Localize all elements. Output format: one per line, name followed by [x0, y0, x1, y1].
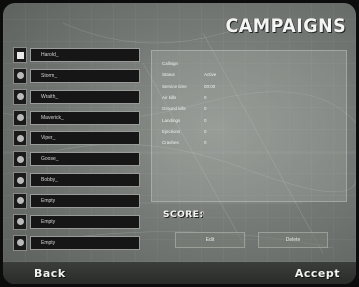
dot-icon	[16, 155, 24, 163]
info-label: Callsign	[162, 61, 179, 66]
dot-icon	[16, 197, 24, 205]
dot-icon	[16, 134, 24, 142]
campaign-screen: CAMPAIGNS Harold_ Storm_ Wraith_ Maverick_ V…	[3, 3, 356, 284]
score-label: SCORE:	[163, 210, 204, 220]
dot-icon	[16, 176, 24, 184]
pilot-slot[interactable]: Bobby_	[13, 172, 143, 189]
dot-icon	[16, 72, 24, 80]
pilot-slot[interactable]: Goose_	[13, 151, 143, 168]
slot-marker-icon[interactable]	[13, 67, 27, 84]
pilot-slot[interactable]: Empty	[13, 213, 143, 230]
pilot-slot[interactable]: Storm_	[13, 67, 143, 84]
pilot-slot[interactable]: Maverick_	[13, 109, 143, 126]
info-value: 0	[204, 128, 207, 134]
pilot-slot[interactable]: Harold_	[13, 47, 143, 63]
pilot-slot-name[interactable]: Storm_	[30, 68, 140, 83]
score-value: 0	[201, 211, 204, 217]
info-value: 0	[204, 117, 207, 123]
slot-marker-icon[interactable]	[13, 234, 27, 251]
info-value: 00:00	[204, 83, 216, 89]
slot-marker-icon[interactable]	[13, 130, 27, 147]
edit-button[interactable]: Edit	[175, 232, 245, 248]
pilot-slot-name[interactable]: Maverick_	[30, 110, 140, 125]
pilot-slot-name[interactable]: Wraith_	[30, 89, 140, 104]
pilot-slot[interactable]: Wraith_	[13, 88, 143, 105]
info-value: 0	[204, 106, 207, 112]
pilot-slot-name[interactable]: Harold_	[30, 48, 140, 62]
dot-icon	[16, 218, 24, 226]
pilot-slot-name[interactable]: Empty	[30, 235, 140, 250]
pilot-slot-list: Harold_ Storm_ Wraith_ Maverick_ Viper_ Goose…	[13, 47, 143, 255]
info-label: Ejections	[162, 128, 181, 134]
pilot-slot-name[interactable]: Empty	[30, 193, 140, 208]
dot-icon	[16, 114, 24, 122]
page-title: CAMPAIGNS	[225, 15, 346, 37]
pilot-slot-name[interactable]: Bobby_	[30, 173, 140, 188]
slot-marker-icon[interactable]	[13, 109, 27, 126]
info-value: 0	[204, 94, 207, 100]
dot-icon	[16, 93, 24, 101]
accept-button[interactable]: Accept	[295, 267, 340, 280]
pilot-info-panel: Callsign Status Active Service time 00:00 Air…	[151, 50, 347, 202]
pilot-slot-name[interactable]: Goose_	[30, 152, 140, 167]
info-label: Air kills	[162, 94, 177, 100]
pilot-slot[interactable]: Empty	[13, 234, 143, 251]
info-value: Active	[204, 72, 217, 78]
pilot-slot-name[interactable]: Empty	[30, 214, 140, 229]
info-label: Landings	[162, 117, 181, 123]
slot-marker-icon[interactable]	[13, 88, 27, 105]
pilot-slot[interactable]: Empty	[13, 192, 143, 209]
bottom-bar: Back Accept	[3, 262, 356, 284]
pilot-slot-name[interactable]: Viper_	[30, 131, 140, 146]
slot-marker-icon[interactable]	[13, 151, 27, 168]
info-value: 0	[204, 140, 207, 146]
selected-marker-icon[interactable]	[13, 47, 27, 63]
info-label: Service time	[162, 83, 187, 89]
info-label: Crashes	[162, 140, 179, 146]
info-label: Ground kills	[162, 106, 186, 112]
square-icon	[16, 51, 24, 59]
slot-marker-icon[interactable]	[13, 213, 27, 230]
info-label: Status	[162, 72, 175, 78]
pilot-slot[interactable]: Viper_	[13, 130, 143, 147]
dot-icon	[16, 239, 24, 247]
back-button[interactable]: Back	[34, 267, 66, 280]
slot-marker-icon[interactable]	[13, 172, 27, 189]
slot-marker-icon[interactable]	[13, 192, 27, 209]
delete-button[interactable]: Delete	[258, 232, 328, 248]
